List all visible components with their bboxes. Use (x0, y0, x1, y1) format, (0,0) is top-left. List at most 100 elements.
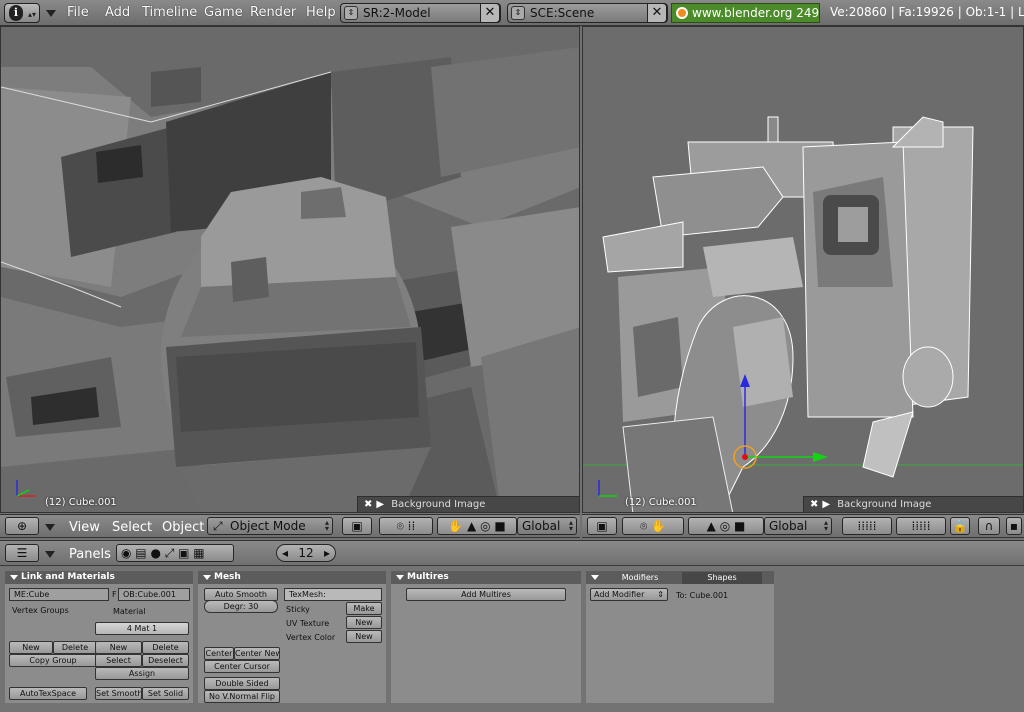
background-image-panel-right[interactable]: ✖ ▶ Background Image (803, 496, 1023, 512)
texmesh-field[interactable]: TexMesh: (284, 588, 382, 601)
viewport-left[interactable]: (12) Cube.001 ✖ ▶ Background Image (0, 26, 580, 513)
collapse-icon[interactable] (10, 575, 18, 580)
scene-selector[interactable]: ⇕ SCE:Scene ✕ (507, 3, 668, 23)
lock-layers-button[interactable]: 🔒 (950, 517, 970, 535)
material-delete-button[interactable]: Delete (142, 641, 189, 654)
menu-select[interactable]: Select (112, 520, 152, 535)
tab-modifiers[interactable]: Modifiers (600, 572, 680, 584)
sticky-make-button[interactable]: Make (346, 602, 382, 615)
mode-selector[interactable]: ⤢ Object Mode ▴ ▾ (207, 517, 333, 535)
screen-selector[interactable]: ⇕ SR:2-Model ✕ (340, 3, 501, 23)
layer-buttons-b[interactable]: ⁞⁞⁞⁞⁞ (896, 517, 946, 535)
menu-game[interactable]: Game (204, 5, 243, 20)
close-icon[interactable]: ✖ (364, 499, 372, 510)
expand-icon[interactable]: ▶ (822, 499, 830, 510)
pivot-buttons[interactable]: ⌾ ⁞⁞ (379, 517, 433, 535)
panel-title[interactable]: Multires (391, 571, 581, 584)
scene-delete-icon[interactable]: ✕ (647, 3, 667, 23)
center-button[interactable]: Center (204, 647, 234, 660)
collapse-icon[interactable] (591, 575, 599, 580)
material-assign-button[interactable]: Assign (95, 667, 189, 680)
double-sided-toggle[interactable]: Double Sided (204, 677, 280, 690)
mesh-name[interactable]: ME:Cube (14, 590, 49, 599)
panel-title[interactable]: Link and Materials (5, 571, 193, 584)
snap-button[interactable]: ∩ (978, 517, 1000, 535)
frame-number[interactable]: 12 (298, 546, 313, 560)
material-new-button[interactable]: New (95, 641, 142, 654)
autotexspace-toggle[interactable]: AutoTexSpace (9, 687, 87, 700)
degree-value[interactable]: Degr: 30 (224, 602, 259, 611)
material-index[interactable]: 4 Mat 1 (127, 624, 157, 633)
orientation-label-right[interactable]: Global (769, 519, 807, 533)
object-mode-icon: ⤢ (213, 519, 223, 533)
vgroup-delete-button[interactable]: Delete (53, 641, 97, 654)
draw-type-button[interactable]: ▣ (342, 517, 372, 535)
cube-icon: ▣ (596, 519, 608, 533)
add-modifier-dropdown[interactable]: Add Modifier ⇕ (590, 588, 668, 601)
set-smooth-button[interactable]: Set Smooth (95, 687, 142, 700)
manipulator-buttons[interactable]: ✋ ▲ ◎ ■ (437, 517, 517, 535)
collapse-menu-icon[interactable] (46, 10, 56, 17)
material-index-field[interactable]: 4 Mat 1 (95, 622, 189, 635)
set-solid-button[interactable]: Set Solid (142, 687, 189, 700)
center-new-button[interactable]: Center New (234, 647, 280, 660)
menu-file[interactable]: File (67, 5, 89, 20)
center-cursor-button[interactable]: Center Cursor (204, 660, 280, 673)
layer-buttons-a[interactable]: ⁞⁞⁞⁞⁞ (842, 517, 892, 535)
material-select-button[interactable]: Select (95, 654, 142, 667)
manipulator-buttons-right[interactable]: ▲ ◎ ■ (688, 517, 764, 535)
menu-timeline[interactable]: Timeline (142, 5, 197, 20)
screen-browse-icon[interactable]: ⇕ (344, 6, 358, 20)
screen-delete-icon[interactable]: ✕ (480, 3, 500, 23)
expand-icon[interactable]: ▶ (376, 499, 384, 510)
menu-render[interactable]: Render (250, 5, 296, 20)
mode-label[interactable]: Object Mode (230, 519, 306, 533)
orientation-label[interactable]: Global (522, 519, 560, 533)
vertex-color-new-button[interactable]: New (346, 630, 382, 643)
frame-number-field[interactable]: ◂ 12 ▸ (276, 544, 336, 562)
draw-type-button-right[interactable]: ▣ (587, 517, 617, 535)
editor-type-button[interactable]: ⊕ (5, 517, 39, 535)
tab-shapes[interactable]: Shapes (682, 572, 762, 584)
texmesh-label[interactable]: TexMesh: (289, 590, 326, 599)
menu-help[interactable]: Help (306, 5, 336, 20)
no-vnormal-flip-toggle[interactable]: No V.Normal Flip (204, 690, 280, 703)
blender-url-badge[interactable]: www.blender.org 249.2 (671, 3, 820, 23)
mesh-datablock-field[interactable]: ME:Cube (9, 588, 109, 601)
add-multires-button[interactable]: Add Multires (406, 588, 566, 601)
object-name[interactable]: OB:Cube.001 (123, 590, 176, 599)
screen-name[interactable]: SR:2-Model (363, 6, 431, 20)
menu-add[interactable]: Add (105, 5, 130, 20)
vgroup-new-button[interactable]: New (9, 641, 53, 654)
material-new-label: New (109, 643, 128, 652)
context-buttons[interactable]: ◉ ▤ ● ⤢ ▣ ▦ (116, 544, 234, 562)
editor-type-button[interactable]: ☰ (5, 544, 39, 562)
panel-title[interactable]: Mesh (198, 571, 386, 584)
close-icon[interactable]: ✖ (810, 499, 818, 510)
pivot-buttons-right[interactable]: ⌾ ✋ (622, 517, 684, 535)
menu-view[interactable]: View (69, 520, 100, 535)
collapse-icon[interactable] (396, 575, 404, 580)
orientation-selector[interactable]: Global ▴ ▾ (517, 517, 577, 535)
collapse-menu-icon[interactable] (45, 551, 55, 558)
frame-decrement-icon[interactable]: ◂ (282, 545, 288, 561)
scene-browse-icon[interactable]: ⇕ (511, 6, 525, 20)
info-window-type-button[interactable]: i ▴▾ (4, 3, 40, 23)
object-datablock-field[interactable]: OB:Cube.001 (118, 588, 190, 601)
degree-field[interactable]: Degr: 30 (204, 600, 278, 613)
orientation-selector-right[interactable]: Global ▴ ▾ (764, 517, 832, 535)
scene-name[interactable]: SCE:Scene (530, 6, 594, 20)
uv-texture-new-button[interactable]: New (346, 616, 382, 629)
updown-arrow-icon: ▴▾ (27, 10, 36, 19)
fake-user-label[interactable]: F (112, 590, 117, 599)
frame-increment-icon[interactable]: ▸ (324, 545, 330, 561)
material-deselect-button[interactable]: Deselect (142, 654, 189, 667)
viewport-right[interactable]: (12) Cube.001 ✖ ▶ Background Image (582, 26, 1024, 513)
render-preview-button[interactable]: ▪ (1006, 517, 1022, 535)
copy-group-button[interactable]: Copy Group (9, 654, 97, 667)
background-image-panel[interactable]: ✖ ▶ Background Image (357, 496, 579, 512)
menu-object[interactable]: Object (162, 520, 204, 535)
collapse-icon[interactable] (203, 575, 211, 580)
add-modifier-label[interactable]: Add Modifier (594, 590, 644, 599)
collapse-menu-icon[interactable] (45, 524, 55, 531)
